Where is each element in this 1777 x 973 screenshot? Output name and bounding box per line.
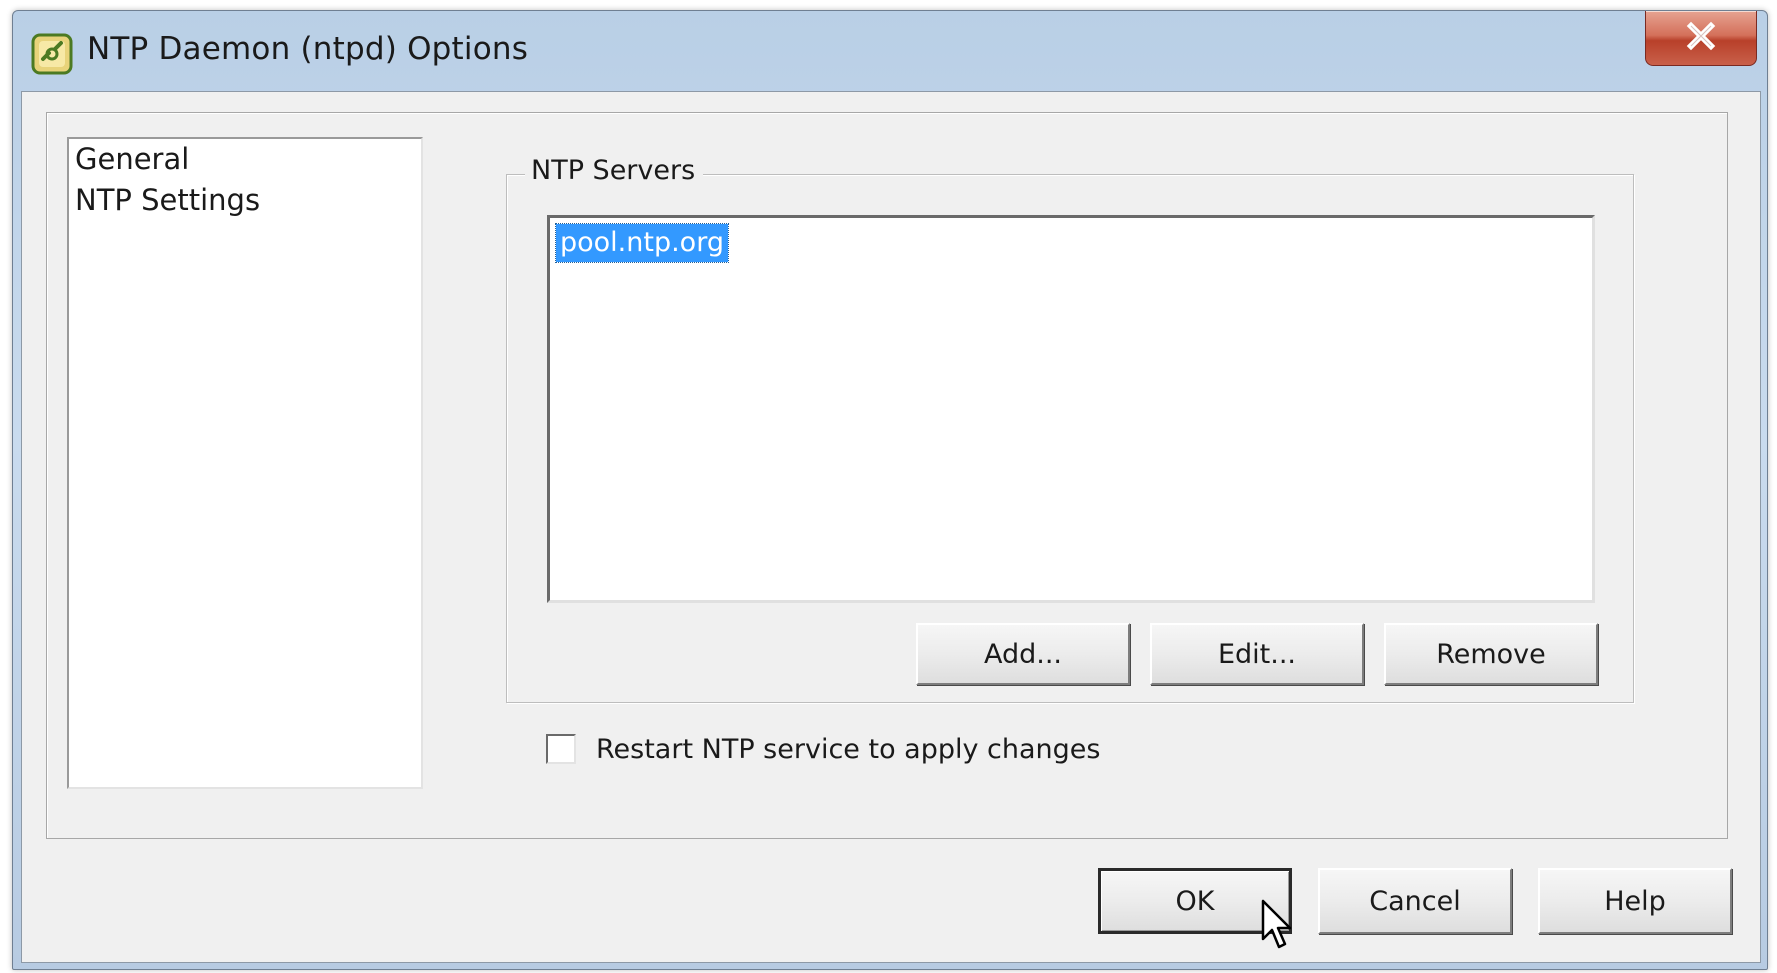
ntp-options-dialog: NTP Daemon (ntpd) Options General NTP Se… xyxy=(12,10,1768,970)
edit-server-button[interactable]: Edit... xyxy=(1150,623,1364,685)
options-nav-list: General NTP Settings xyxy=(67,137,423,789)
close-icon xyxy=(1684,21,1718,55)
remove-server-button[interactable]: Remove xyxy=(1384,623,1598,685)
restart-service-option[interactable]: Restart NTP service to apply changes xyxy=(546,727,1100,771)
server-list-item[interactable]: pool.ntp.org xyxy=(555,223,729,263)
window-title: NTP Daemon (ntpd) Options xyxy=(87,31,529,67)
restart-service-label[interactable]: Restart NTP service to apply changes xyxy=(596,734,1100,765)
nav-item-ntp-settings[interactable]: NTP Settings xyxy=(69,180,421,221)
ntp-options-icon xyxy=(31,33,73,75)
close-button[interactable] xyxy=(1645,11,1757,66)
cancel-button[interactable]: Cancel xyxy=(1318,868,1512,934)
nav-item-general[interactable]: General xyxy=(69,139,421,180)
restart-service-checkbox[interactable] xyxy=(546,734,576,764)
ntp-servers-group: NTP Servers pool.ntp.org Add... Edit... … xyxy=(506,155,1634,703)
ntp-servers-group-title: NTP Servers xyxy=(525,155,704,186)
ok-button[interactable]: OK xyxy=(1098,868,1292,934)
title-bar: NTP Daemon (ntpd) Options xyxy=(13,11,1767,93)
dialog-body: General NTP Settings NTP Servers pool.nt… xyxy=(21,91,1761,963)
add-server-button[interactable]: Add... xyxy=(916,623,1130,685)
help-button[interactable]: Help xyxy=(1538,868,1732,934)
ntp-server-list[interactable]: pool.ntp.org xyxy=(547,215,1595,603)
